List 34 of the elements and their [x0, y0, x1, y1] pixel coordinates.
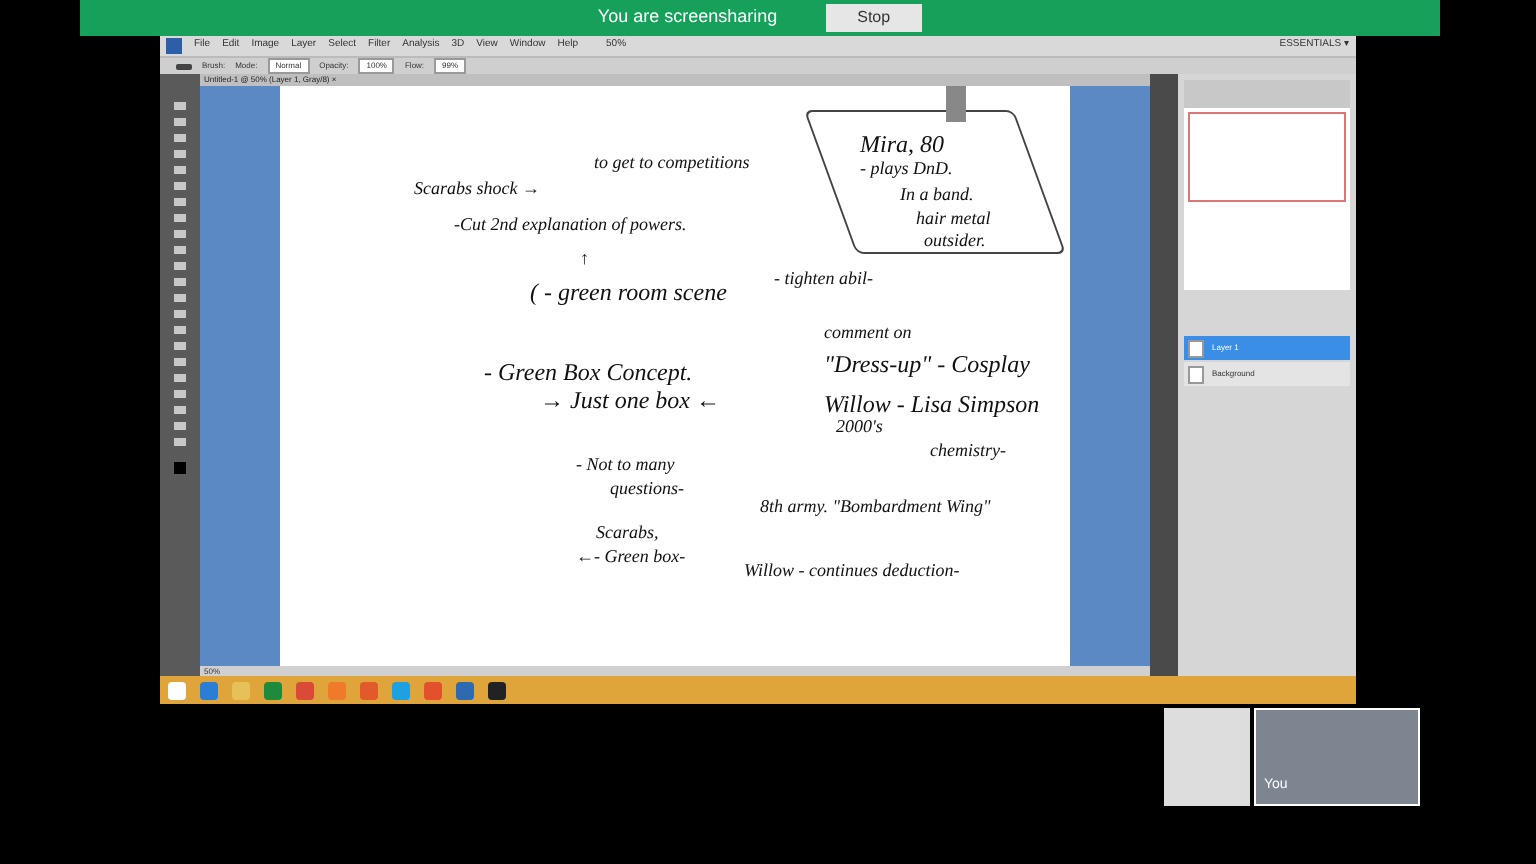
floating-panel — [946, 86, 966, 122]
handwritten-note: 8th army. "Bombardment Wing" — [760, 494, 991, 520]
handwritten-note: → Just one box ← — [540, 385, 720, 418]
handwritten-note: comment on — [824, 320, 912, 346]
handwritten-note: ( - green room scene — [530, 276, 727, 310]
color-swatch-icon[interactable] — [174, 462, 186, 474]
share-message: You are screensharing — [597, 4, 778, 31]
handwritten-note: "Dress-up" - Cosplay — [824, 348, 1030, 382]
stop-button[interactable]: Stop — [825, 4, 923, 32]
handwritten-note: - tighten abil- — [774, 266, 873, 292]
brush-icon[interactable] — [176, 63, 192, 69]
folder-icon[interactable] — [232, 681, 250, 699]
handwritten-note: -Cut 2nd explanation of powers. — [454, 212, 687, 238]
handwritten-note: Scarabs, — [596, 520, 659, 546]
handwritten-note: hair metal — [916, 206, 991, 232]
handwritten-note: questions- — [610, 476, 684, 502]
handwritten-note: - Green Box Concept. — [484, 356, 693, 390]
handwritten-note: Willow - Lisa Simpson — [824, 388, 1040, 420]
handwritten-note: 2000's — [836, 414, 883, 440]
app-logo-icon — [166, 38, 182, 54]
avatar-placeholder — [1164, 708, 1250, 806]
handwritten-note: Mira, 80 — [860, 128, 944, 161]
handwritten-note: In a band. — [900, 182, 974, 208]
handwritten-note: ↑ — [580, 246, 589, 272]
handwritten-note: outsider. — [924, 228, 986, 254]
handwritten-note: ←- Green box- — [576, 544, 686, 570]
start-icon[interactable] — [168, 681, 186, 699]
handwritten-note: to get to competitions — [594, 150, 750, 176]
browser-icon[interactable] — [200, 681, 218, 699]
handwritten-note: Willow - continues deduction- — [744, 558, 960, 584]
handwritten-note: Scarabs shock → — [414, 176, 540, 202]
handwritten-note: - Not to many — [576, 452, 675, 478]
handwritten-note: chemistry- — [930, 438, 1006, 464]
handwritten-note: - plays DnD. — [860, 156, 953, 182]
